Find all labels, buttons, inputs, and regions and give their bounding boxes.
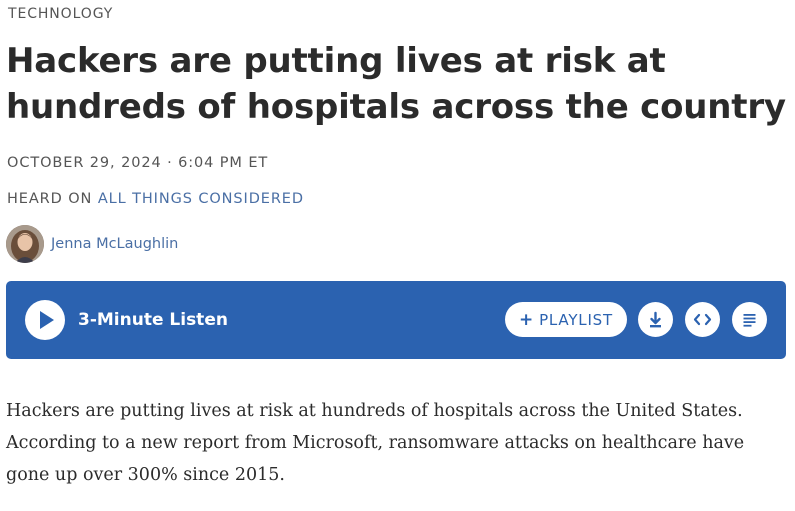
- play-icon: [40, 311, 54, 329]
- download-icon: [650, 311, 661, 328]
- program-link[interactable]: ALL THINGS CONSIDERED: [98, 191, 304, 207]
- embed-icon: [693, 313, 712, 326]
- headline: Hackers are putting lives at risk at hun…: [6, 41, 786, 127]
- plus-icon: +: [519, 309, 535, 330]
- transcript-icon: [743, 314, 756, 327]
- embed-button[interactable]: [685, 302, 720, 337]
- article-body: Hackers are putting lives at risk at hun…: [6, 401, 745, 485]
- audio-player: 3-Minute Listen + PLAYLIST: [6, 281, 786, 359]
- category-label[interactable]: TECHNOLOGY: [8, 6, 113, 22]
- author-avatar[interactable]: [6, 225, 44, 263]
- byline: Jenna McLaughlin: [6, 225, 178, 263]
- transcript-button[interactable]: [732, 302, 767, 337]
- author-link[interactable]: Jenna McLaughlin: [51, 236, 178, 252]
- download-button[interactable]: [638, 302, 673, 337]
- heard-on: HEARD ON ALL THINGS CONSIDERED: [7, 191, 304, 207]
- listen-duration-label: 3-Minute Listen: [78, 310, 228, 330]
- heard-on-prefix: HEARD ON: [7, 191, 98, 207]
- playlist-label: PLAYLIST: [539, 310, 613, 329]
- add-to-playlist-button[interactable]: + PLAYLIST: [505, 302, 627, 337]
- play-button[interactable]: [25, 300, 65, 340]
- dateline: OCTOBER 29, 2024 · 6:04 PM ET: [7, 155, 269, 171]
